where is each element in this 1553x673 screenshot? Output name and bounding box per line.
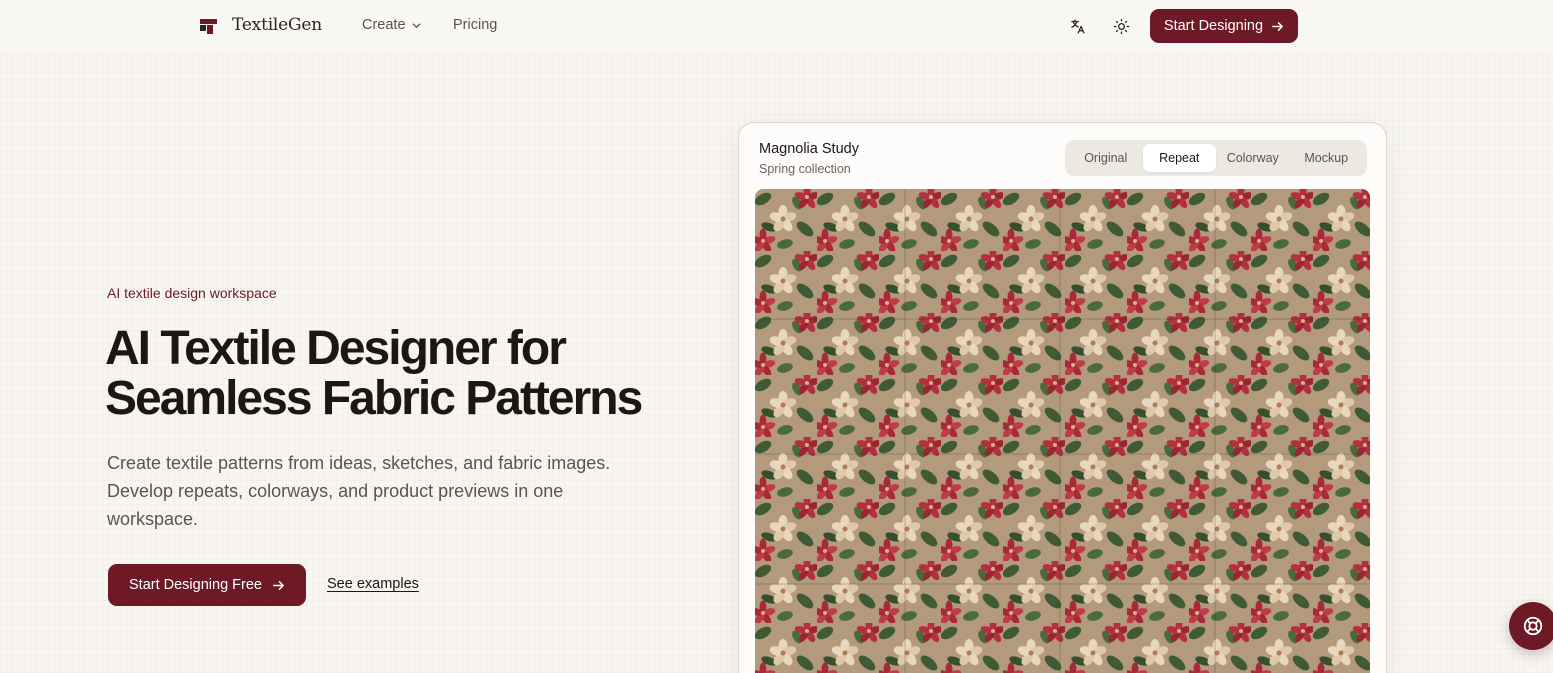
tab-mockup[interactable]: Mockup: [1290, 144, 1364, 172]
floral-pattern-image: [755, 189, 1370, 673]
start-designing-free-label: Start Designing Free: [129, 577, 262, 593]
brand-logo[interactable]: TextileGen: [198, 14, 322, 36]
help-button[interactable]: [1509, 602, 1553, 650]
see-examples-link[interactable]: See examples: [327, 576, 419, 592]
tab-colorway[interactable]: Colorway: [1216, 144, 1290, 172]
start-designing-button[interactable]: Start Designing: [1150, 9, 1298, 43]
sun-icon: [1113, 18, 1129, 34]
pattern-repeat-preview: [755, 189, 1370, 673]
hero-title-line2: Seamless Fabric Patterns: [105, 372, 643, 425]
start-designing-free-button[interactable]: Start Designing Free: [108, 564, 306, 606]
arrow-right-icon: [273, 580, 284, 590]
language-button[interactable]: [1067, 16, 1087, 36]
hero-description: Create textile patterns from ideas, sket…: [107, 453, 611, 529]
view-tabs: Original Repeat Colorway Mockup: [1065, 140, 1367, 176]
theme-toggle-button[interactable]: [1111, 16, 1131, 36]
nav-pricing-label: Pricing: [453, 17, 498, 33]
nav-create-menu[interactable]: Create: [362, 17, 422, 33]
tab-original[interactable]: Original: [1069, 144, 1143, 172]
lifebuoy-icon: [1523, 616, 1543, 636]
nav-create-label: Create: [362, 17, 406, 33]
pattern-preview-card: Magnolia Study Spring collection Origina…: [738, 122, 1387, 673]
tab-repeat[interactable]: Repeat: [1142, 144, 1216, 172]
logo-mark-icon: [198, 14, 220, 36]
brand-name: TextileGen: [232, 15, 323, 35]
hero-title-line1: AI Textile Designer for: [105, 322, 567, 375]
translate-icon: [1070, 18, 1085, 34]
top-navbar: TextileGen Create Pricing Start Designin…: [0, 0, 1553, 52]
hero-eyebrow: AI textile design workspace: [107, 285, 277, 301]
design-subtitle: Spring collection: [759, 162, 851, 176]
hero-title: AI Textile Designer for Seamless Fabric …: [105, 324, 665, 424]
start-designing-label: Start Designing: [1163, 18, 1264, 34]
arrow-right-icon: [1272, 21, 1283, 31]
nav-pricing-link[interactable]: Pricing: [453, 17, 497, 33]
design-title: Magnolia Study: [759, 141, 859, 157]
chevron-down-icon: [412, 22, 420, 28]
